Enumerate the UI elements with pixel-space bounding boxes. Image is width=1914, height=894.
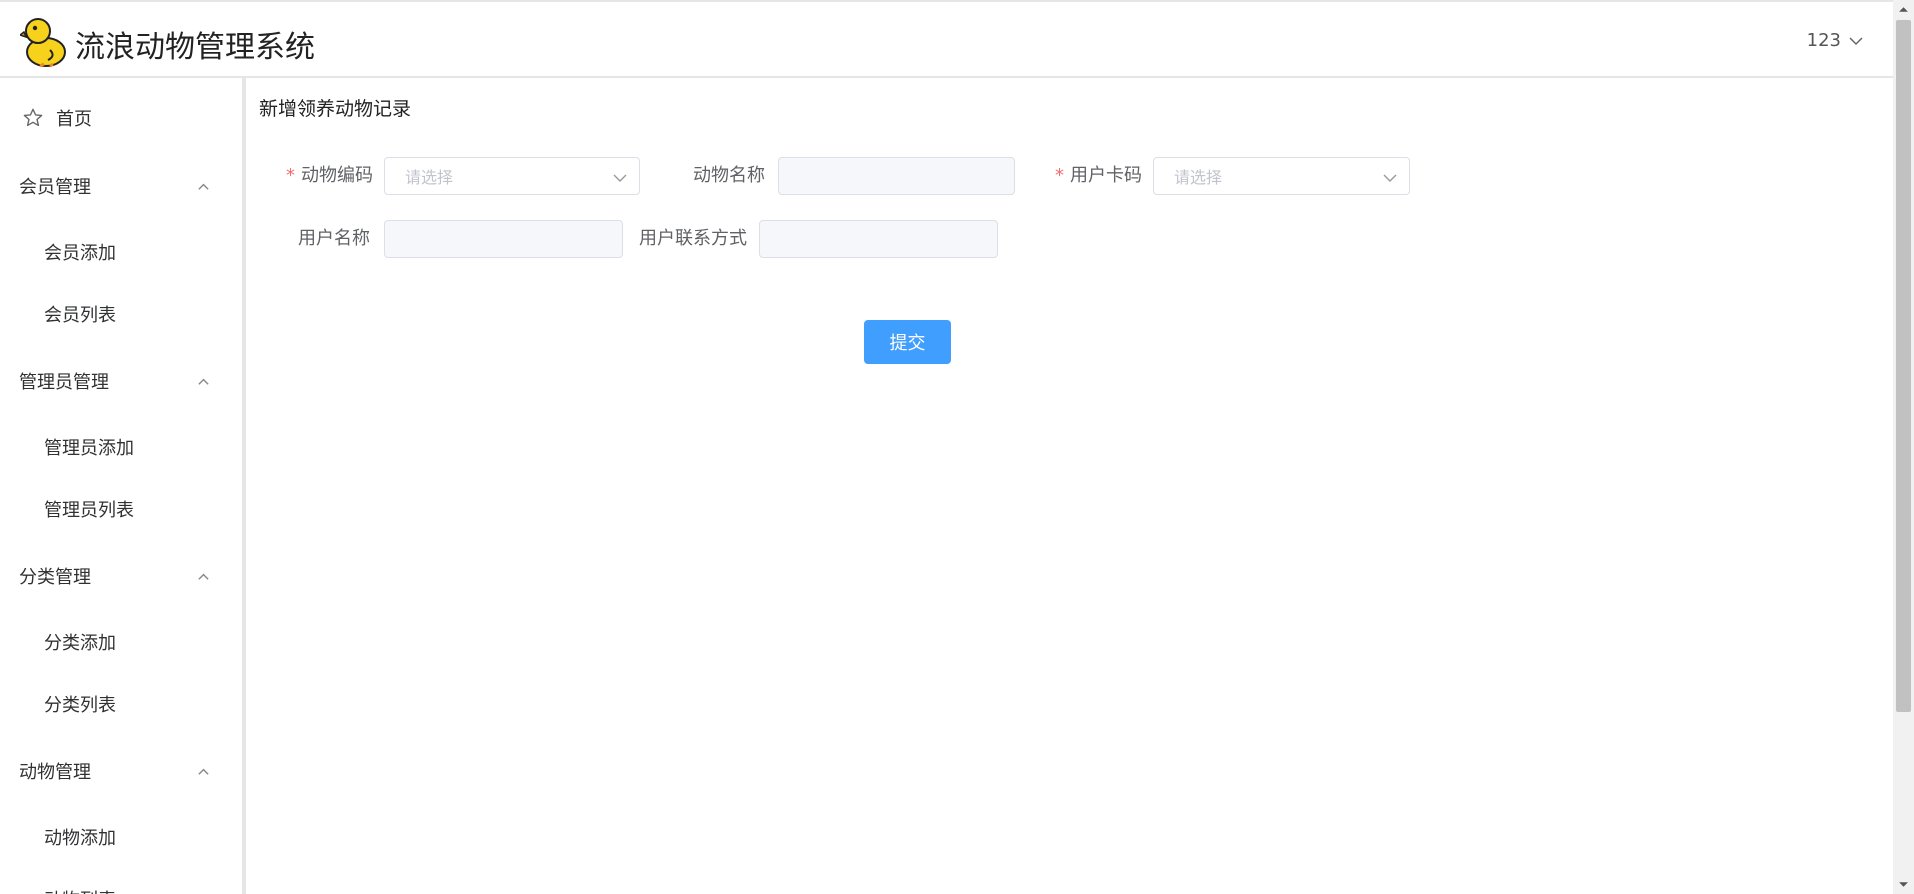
sidebar-group-label: 会员管理 (19, 177, 91, 198)
page-title: 新增领养动物记录 (259, 98, 412, 120)
required-mark: * (286, 165, 295, 186)
sidebar-item-label: 会员添加 (44, 243, 116, 264)
chevron-up-icon (198, 573, 209, 580)
sidebar-item-admin-list[interactable]: 管理员列表 (0, 484, 238, 534)
user-contact-field[interactable] (759, 220, 998, 258)
sidebar-item-member-add[interactable]: 会员添加 (0, 227, 238, 277)
chevron-down-icon (613, 174, 627, 182)
animal-code-label: * 动物编码 (286, 165, 373, 186)
user-card-label: * 用户卡码 (1055, 165, 1142, 186)
sidebar-item-label: 首页 (56, 109, 92, 130)
sidebar: 首页 会员管理 会员添加 会员列表 管理员管理 管理员添加 管理员列表 分类管理… (0, 78, 246, 894)
main-content: 新增领养动物记录 * 动物编码 请选择 动物名称 * 用户卡码 请选择 用户名称 用… (246, 78, 1893, 894)
user-card-placeholder: 请选择 (1174, 168, 1223, 187)
user-contact-input[interactable] (760, 221, 997, 257)
duck-logo-icon (20, 18, 66, 68)
sidebar-item-animal-list[interactable]: 动物列表 (0, 874, 238, 894)
sidebar-item-animal-add[interactable]: 动物添加 (0, 812, 238, 862)
required-mark: * (1055, 165, 1064, 186)
sidebar-group-label: 动物管理 (19, 762, 91, 783)
scrollbar-thumb[interactable] (1896, 20, 1911, 712)
animal-code-select[interactable]: 请选择 (384, 157, 640, 195)
top-header: 流浪动物管理系统 123 (0, 0, 1893, 78)
sidebar-item-label: 动物添加 (44, 828, 116, 849)
sidebar-group-categories[interactable]: 分类管理 (0, 551, 238, 601)
animal-name-input[interactable] (779, 158, 1014, 194)
user-contact-label: 用户联系方式 (639, 228, 747, 249)
sidebar-group-members[interactable]: 会员管理 (0, 161, 238, 211)
sidebar-group-admins[interactable]: 管理员管理 (0, 356, 238, 406)
sidebar-item-label: 管理员添加 (44, 438, 134, 459)
animal-name-field[interactable] (778, 157, 1015, 195)
star-icon (23, 108, 43, 127)
chevron-up-icon (198, 183, 209, 190)
animal-name-label: 动物名称 (693, 165, 765, 186)
user-name-label: 用户名称 (298, 228, 370, 249)
chevron-up-icon (198, 768, 209, 775)
sidebar-group-animals[interactable]: 动物管理 (0, 746, 238, 796)
chevron-down-icon (1849, 36, 1863, 45)
sidebar-item-member-list[interactable]: 会员列表 (0, 289, 238, 339)
user-name: 123 (1806, 30, 1841, 51)
sidebar-item-home[interactable]: 首页 (0, 93, 238, 143)
sidebar-item-category-add[interactable]: 分类添加 (0, 617, 238, 667)
sidebar-item-label: 分类列表 (44, 695, 116, 716)
chevron-up-icon (198, 378, 209, 385)
sidebar-item-admin-add[interactable]: 管理员添加 (0, 422, 238, 472)
scroll-down-arrow-icon[interactable] (1898, 879, 1909, 890)
user-card-select[interactable]: 请选择 (1153, 157, 1410, 195)
sidebar-item-label: 分类添加 (44, 633, 116, 654)
user-menu[interactable]: 123 (1807, 30, 1863, 51)
page-scrollbar[interactable] (1893, 0, 1914, 894)
sidebar-item-label: 动物列表 (44, 886, 116, 894)
chevron-down-icon (1383, 174, 1397, 182)
sidebar-group-label: 分类管理 (19, 567, 91, 588)
sidebar-group-label: 管理员管理 (19, 372, 109, 393)
submit-button[interactable]: 提交 (864, 320, 951, 364)
user-name-field[interactable] (384, 220, 623, 258)
app-title: 流浪动物管理系统 (75, 30, 315, 65)
user-name-input[interactable] (385, 221, 622, 257)
animal-code-placeholder: 请选择 (405, 168, 454, 187)
sidebar-item-label: 管理员列表 (44, 500, 134, 521)
sidebar-item-label: 会员列表 (44, 305, 116, 326)
sidebar-item-category-list[interactable]: 分类列表 (0, 679, 238, 729)
scroll-up-arrow-icon[interactable] (1898, 4, 1909, 15)
